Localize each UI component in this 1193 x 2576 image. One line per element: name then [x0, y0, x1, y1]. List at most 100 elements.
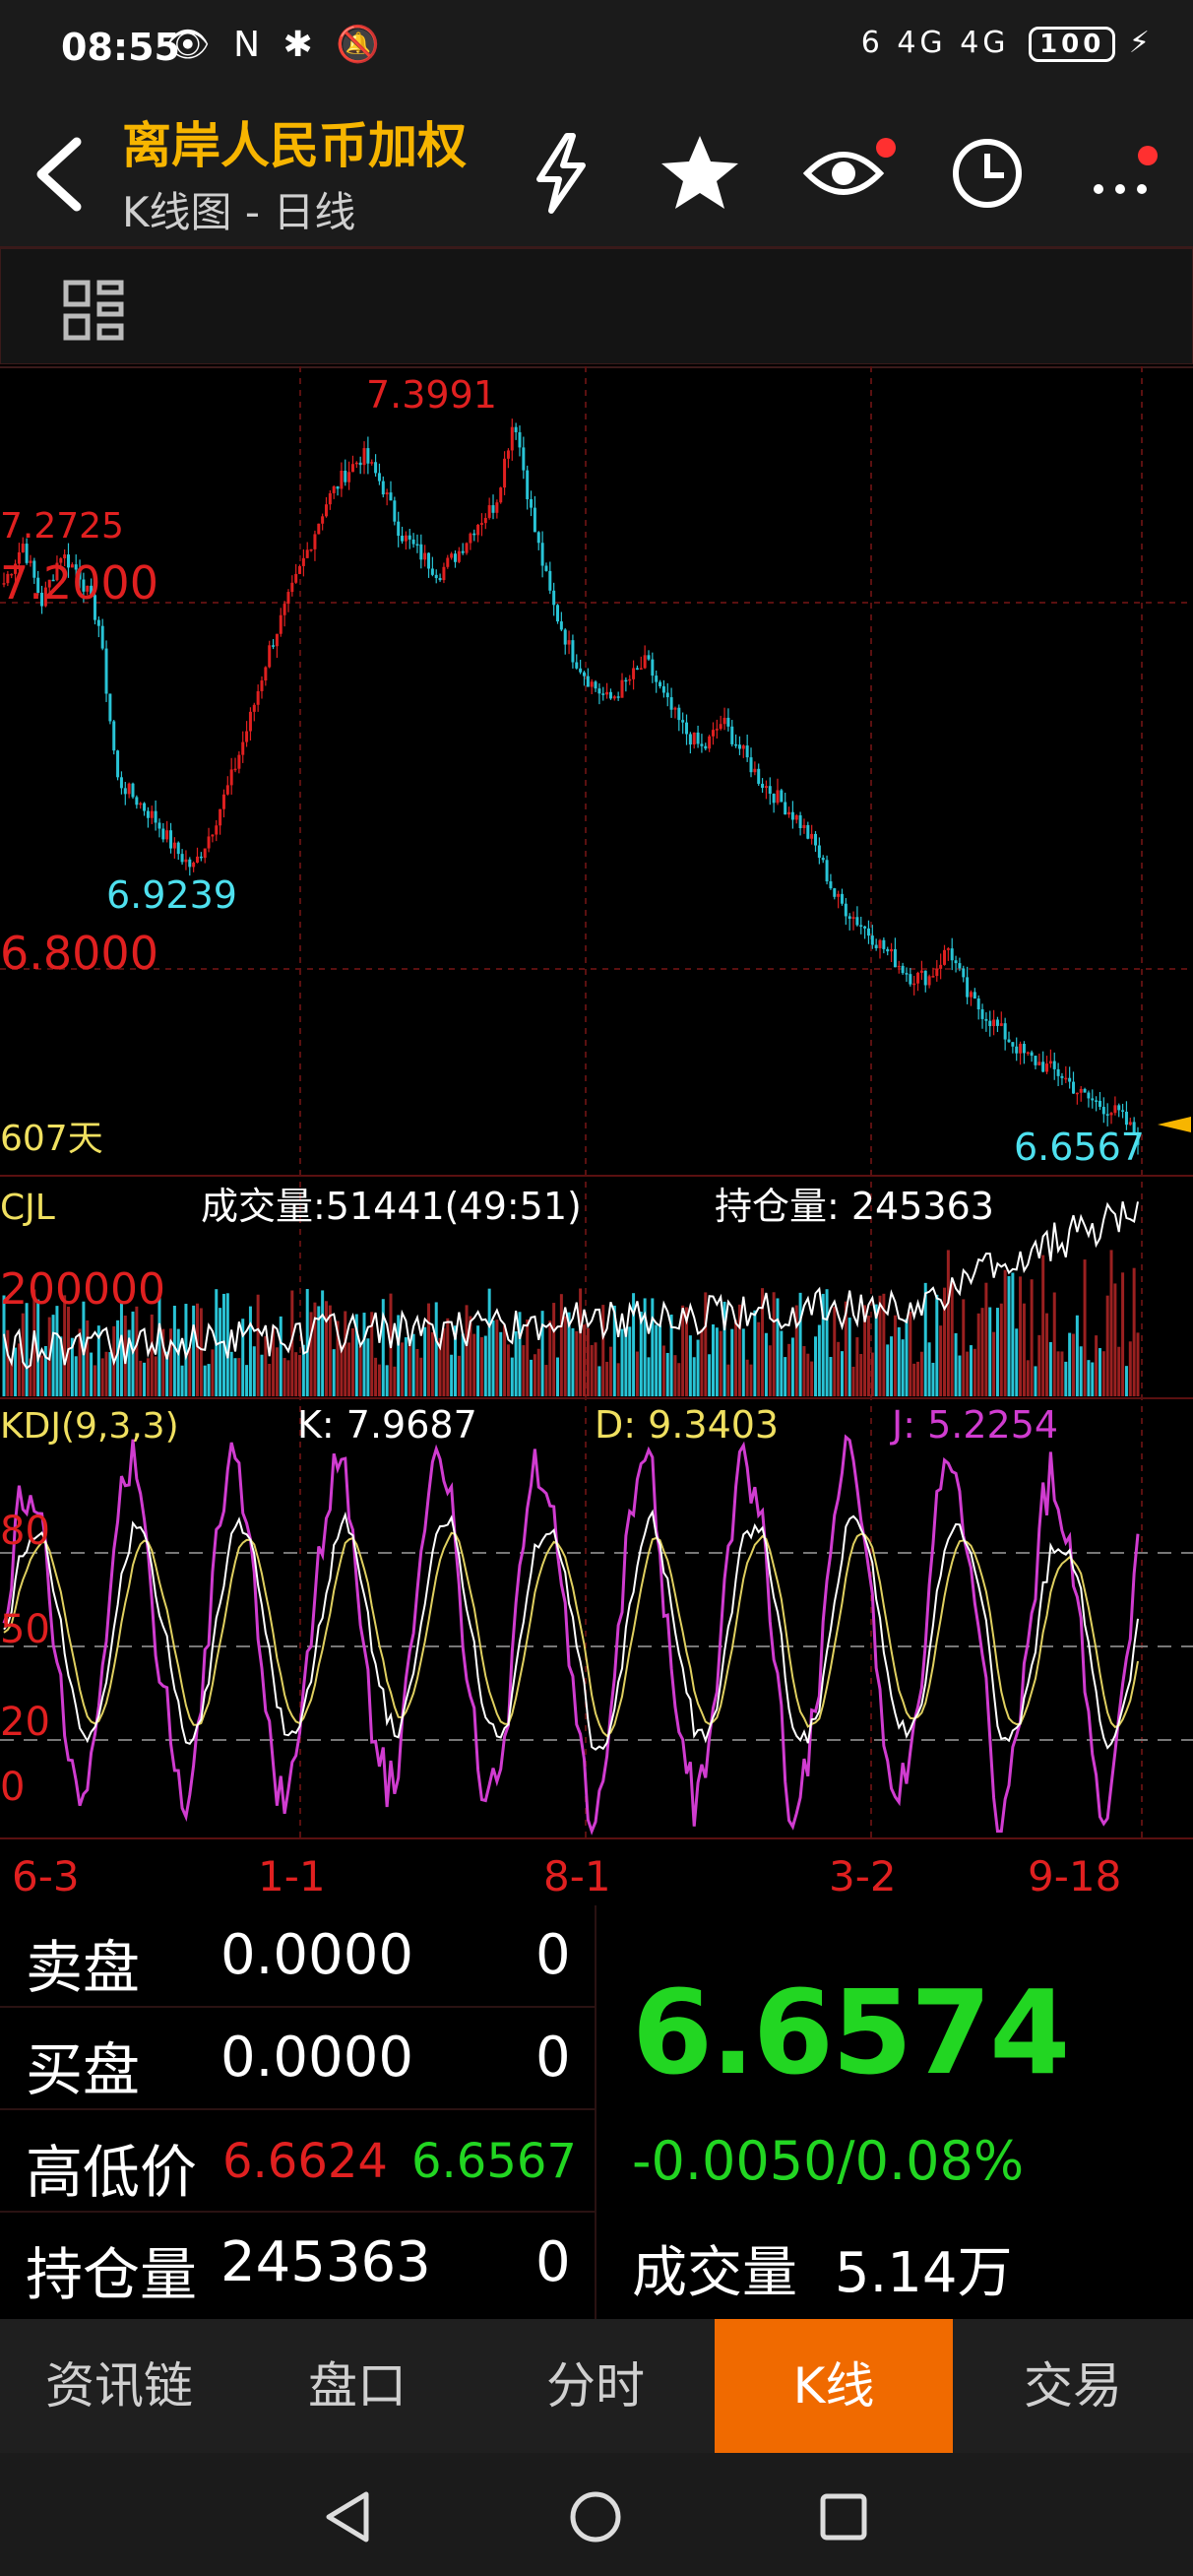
volume-bar	[651, 1298, 655, 1396]
volume-bar	[1045, 1313, 1049, 1396]
candle-body	[442, 566, 446, 581]
candle-body	[461, 550, 465, 553]
candle-body	[776, 790, 780, 804]
candle-body	[180, 854, 184, 863]
candle-body	[279, 614, 283, 634]
candle-body	[1087, 1092, 1091, 1099]
candle-body	[772, 794, 776, 804]
volume-bar	[499, 1331, 503, 1396]
candle-body	[863, 926, 867, 929]
more-button[interactable]	[1083, 128, 1171, 217]
candle-body	[419, 544, 423, 560]
nav-back-button[interactable]	[305, 2473, 394, 2561]
candle-body	[919, 970, 923, 973]
volume-bar	[817, 1324, 821, 1396]
volume-bar	[579, 1288, 583, 1396]
grid-label-7200: 7.2000	[0, 556, 158, 610]
candle-body	[950, 948, 954, 961]
volume-bar	[256, 1294, 260, 1396]
open-interest-text: 持仓量: 245363	[715, 1185, 994, 1228]
candle-body	[219, 808, 222, 826]
candle-body	[655, 676, 659, 682]
candle-body	[976, 998, 980, 1010]
volume-bar	[245, 1365, 249, 1396]
network-icons: 6 4G 4G 100 ⚡	[861, 26, 1154, 62]
nav-home-button[interactable]	[551, 2473, 640, 2561]
candle-body	[969, 992, 973, 998]
candle-body	[597, 688, 601, 694]
volume-label: 成交量	[632, 2241, 797, 2305]
volume-bar	[419, 1357, 423, 1396]
candle-body	[973, 992, 976, 998]
back-arrow-icon	[36, 137, 82, 212]
candle-body	[749, 757, 753, 773]
flash-button[interactable]	[518, 128, 606, 217]
volume-bar	[829, 1356, 833, 1396]
volume-bar	[840, 1351, 844, 1396]
kdj-grid	[0, 1552, 1193, 1741]
volume-bar	[309, 1312, 313, 1396]
back-button[interactable]	[26, 130, 94, 219]
candle-body	[639, 668, 643, 671]
candle-body	[381, 481, 385, 495]
candle-body	[624, 679, 628, 682]
volume-bar	[855, 1337, 859, 1396]
tab-orderbook[interactable]: 盘口	[238, 2319, 476, 2453]
candle-body	[586, 676, 590, 687]
candle-body	[272, 645, 276, 647]
volume-bar	[180, 1365, 184, 1396]
volume-bar	[1098, 1348, 1101, 1396]
candle-body	[567, 640, 571, 645]
volume-bar	[268, 1363, 272, 1396]
volume-bar	[780, 1330, 784, 1396]
volume-bar	[446, 1318, 450, 1396]
volume-bar	[192, 1305, 196, 1396]
volume-summary: 成交量 5.14万	[632, 2228, 1013, 2308]
candle-body	[647, 655, 651, 660]
grid-label-top: 7.2725	[0, 506, 124, 547]
candle-body	[427, 552, 431, 569]
tab-kline[interactable]: K线	[715, 2319, 953, 2453]
system-nav-bar	[0, 2453, 1193, 2576]
volume-bar	[6, 1329, 10, 1396]
history-button[interactable]	[943, 128, 1032, 217]
page-title: 离岸人民币加权	[122, 117, 467, 174]
chart-area[interactable]: 7.3991 7.2725 7.2000 6.9239 6.8000 607天 …	[0, 366, 1193, 1902]
kline-chart[interactable]: 7.3991 7.2725 7.2000 6.9239 6.8000 607天 …	[0, 366, 1193, 1902]
tab-news[interactable]: 资讯链	[0, 2319, 238, 2453]
volume-bar	[344, 1311, 347, 1396]
volume-bar	[810, 1361, 814, 1396]
volume-bar	[324, 1301, 328, 1396]
volume-bar	[279, 1316, 283, 1396]
volume-bar	[866, 1316, 870, 1396]
candle-body	[790, 811, 794, 820]
volume-bar	[275, 1347, 279, 1396]
volume-bar	[730, 1328, 734, 1396]
candle-body	[794, 814, 798, 820]
candle-body	[1060, 1075, 1064, 1078]
candle-body	[438, 578, 442, 581]
candle-body	[1124, 1111, 1128, 1126]
tab-intraday[interactable]: 分时	[476, 2319, 715, 2453]
candle-body	[192, 863, 196, 868]
candle-body	[536, 532, 540, 544]
candle-body	[1068, 1077, 1072, 1082]
candle-body	[708, 736, 712, 749]
volume-bar	[715, 1327, 719, 1396]
kdj-d-line	[3, 1531, 1139, 1738]
kdj-axis-20: 20	[0, 1700, 50, 1745]
favorite-button[interactable]	[656, 128, 744, 217]
candle-body	[1091, 1098, 1095, 1101]
tab-trade[interactable]: 交易	[953, 2319, 1193, 2453]
layout-button[interactable]	[62, 279, 125, 342]
candle-body	[1064, 1077, 1068, 1080]
volume-bar	[749, 1364, 753, 1396]
volume-bar	[169, 1328, 173, 1396]
volume-bar	[332, 1349, 336, 1396]
candle-body	[252, 704, 256, 712]
volume-bar	[393, 1366, 397, 1396]
kdj-axis-0: 0	[0, 1765, 25, 1810]
candle-body	[347, 472, 351, 483]
nav-recents-button[interactable]	[799, 2473, 888, 2561]
watch-button[interactable]	[799, 128, 896, 217]
